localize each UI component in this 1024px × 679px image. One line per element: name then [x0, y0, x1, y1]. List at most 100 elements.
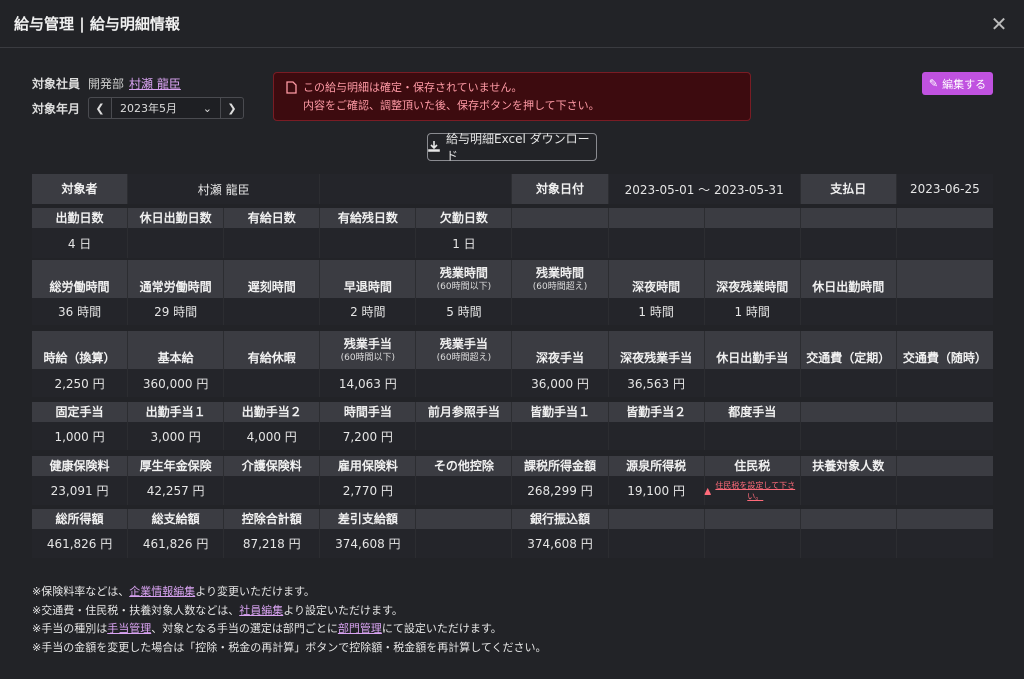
value-cell: 36 時間	[32, 298, 129, 325]
value-cell: 360,000 円	[128, 369, 225, 397]
value-cell: 36,563 円	[608, 369, 705, 397]
header-cell: 源泉所得税	[608, 456, 705, 476]
value-cell: 23,091 円	[32, 476, 129, 505]
month-label: 対象年月	[32, 101, 81, 116]
header-cell: 介護保険料	[224, 456, 321, 476]
value-cell: 461,826 円	[128, 529, 225, 558]
value-cell	[512, 422, 609, 450]
header-cell: 早退時間	[320, 260, 417, 298]
header-cell: 前月参照手当	[416, 402, 513, 422]
value-cell	[128, 228, 225, 258]
edit-button-label: 編集する	[942, 77, 987, 91]
header-cell: 休日出勤手当	[704, 331, 801, 369]
value-cell: 5 時間	[416, 298, 513, 325]
header-cell: 時間手当	[320, 402, 417, 422]
company-settings-link[interactable]: 企業情報編集	[129, 585, 195, 598]
section-value-row: 461,826 円 461,826 円 87,218 円 374,608 円 3…	[32, 529, 993, 558]
period-label: 対象日付	[512, 174, 609, 204]
header-cell	[416, 509, 513, 529]
value-cell	[800, 422, 897, 450]
header-cell: 銀行振込額	[512, 509, 609, 529]
header-cell: 有給休暇	[224, 331, 321, 369]
value-cell: 87,218 円	[224, 529, 321, 558]
header-cell: 深夜手当	[512, 331, 609, 369]
note-line: ※保険料率などは、企業情報編集より変更いただけます。	[32, 585, 315, 598]
header-cell	[704, 509, 801, 529]
value-cell	[512, 228, 609, 258]
value-cell	[704, 422, 801, 450]
header-cell: 皆勤手当２	[608, 402, 705, 422]
download-label: 給与明細Excel ダウンロード	[446, 132, 590, 163]
value-cell: 2,250 円	[32, 369, 129, 397]
resident-tax-warning-cell[interactable]: ▲ 住民税を設定して下さい。	[704, 476, 801, 505]
header-cell: 残業時間 (60時間以下)	[416, 260, 513, 298]
value-cell	[704, 369, 801, 397]
value-cell	[704, 228, 801, 258]
value-cell: 1 日	[416, 228, 513, 258]
value-cell: 1 時間	[704, 298, 801, 325]
header-cell: 有給残日数	[320, 208, 417, 228]
value-cell: 1 時間	[608, 298, 705, 325]
header-cell	[608, 509, 705, 529]
header-cell: 課税所得金額	[512, 456, 609, 476]
alert-line-2: 内容をご確認、調整頂いた後、保存ボタンを押して下さい。	[303, 99, 600, 112]
document-icon	[286, 81, 300, 114]
header-cell: 基本給	[128, 331, 225, 369]
value-cell	[608, 422, 705, 450]
value-cell	[224, 298, 321, 325]
department: 開発部	[88, 76, 125, 91]
header-cell	[896, 402, 993, 422]
chevron-left-icon: ❮	[95, 101, 105, 115]
employee-link[interactable]: 村瀬 龍臣	[129, 75, 181, 92]
value-cell	[704, 529, 801, 558]
header-cell: 残業手当 (60時間超え)	[416, 331, 513, 369]
value-cell: 4 日	[32, 228, 129, 258]
value-cell: 42,257 円	[128, 476, 225, 505]
value-cell	[896, 422, 993, 450]
value-cell: 14,063 円	[320, 369, 417, 397]
target-value: 村瀬 龍臣	[128, 174, 321, 204]
header-cell: 皆勤手当１	[512, 402, 609, 422]
header-cell	[608, 208, 705, 228]
section-header-row: 出勤日数 休日出勤日数 有給日数 有給残日数 欠勤日数	[32, 208, 993, 228]
value-cell	[896, 228, 993, 258]
header-cell: 控除合計額	[224, 509, 321, 529]
download-excel-button[interactable]: 給与明細Excel ダウンロード	[427, 132, 597, 163]
next-month-button[interactable]: ❯	[221, 98, 243, 118]
allowance-management-link[interactable]: 手当管理	[107, 622, 151, 635]
section-value-row: 23,091 円 42,257 円 2,770 円 268,299 円 19,1…	[32, 476, 993, 505]
month-select[interactable]: 2023年5月 ⌄	[111, 98, 222, 118]
header-cell: 深夜残業時間	[704, 260, 801, 298]
period-value: 2023-05-01 〜 2023-05-31	[608, 174, 801, 204]
header-cell: 欠勤日数	[416, 208, 513, 228]
value-cell: 19,100 円	[608, 476, 705, 505]
header-cell: 都度手当	[704, 402, 801, 422]
summary-empty	[320, 174, 513, 204]
deductions-section: 健康保険料 厚生年金保険 介護保険料 雇用保険料 その他控除 課税所得金額 源泉…	[32, 456, 993, 505]
close-button[interactable]: ✕	[988, 12, 1010, 36]
department-management-link[interactable]: 部門管理	[338, 622, 382, 635]
employee-edit-link[interactable]: 社員編集	[239, 604, 283, 617]
prev-month-button[interactable]: ❮	[89, 98, 111, 118]
month-value: 2023年5月	[120, 102, 178, 115]
header-cell: 休日出勤時間	[800, 260, 897, 298]
section-value-row: 36 時間 29 時間 2 時間 5 時間 1 時間 1 時間	[32, 298, 993, 325]
section-header-row: 総所得額 総支給額 控除合計額 差引支給額 銀行振込額	[32, 509, 993, 529]
value-cell	[800, 298, 897, 325]
edit-button[interactable]: ✎ 編集する	[922, 72, 993, 95]
target-meta: 対象社員 開発部 村瀬 龍臣 対象年月 ❮ 2023年5月 ⌄ ❯	[32, 72, 245, 122]
header-cell: 住民税	[704, 456, 801, 476]
section-header-row: 時給（換算） 基本給 有給休暇 残業手当 (60時間以下) 残業手当 (60時間超え…	[32, 331, 993, 369]
value-cell: 3,000 円	[128, 422, 225, 450]
section-header-row: 健康保険料 厚生年金保険 介護保険料 雇用保険料 その他控除 課税所得金額 源泉…	[32, 456, 993, 476]
value-cell: 36,000 円	[512, 369, 609, 397]
summary-row: 対象者 村瀬 龍臣 対象日付 2023-05-01 〜 2023-05-31 支…	[32, 174, 993, 204]
value-cell: 374,608 円	[512, 529, 609, 558]
value-cell: 374,608 円	[320, 529, 417, 558]
download-icon	[428, 140, 440, 155]
header-cell	[896, 208, 993, 228]
pay-date-label: 支払日	[800, 174, 897, 204]
resident-tax-warning-link[interactable]: 住民税を設定して下さい。	[711, 480, 800, 502]
value-cell: 1,000 円	[32, 422, 129, 450]
value-cell	[896, 476, 993, 505]
